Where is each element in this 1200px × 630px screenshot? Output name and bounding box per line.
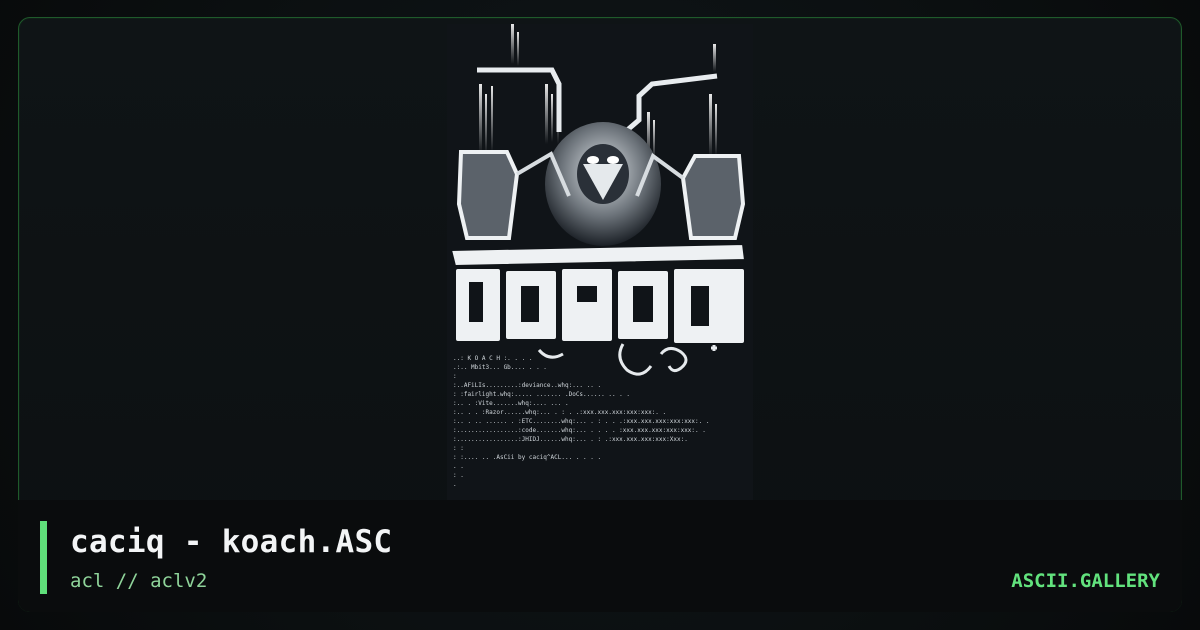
nfo-line: :	[453, 373, 457, 380]
nfo-line: :..AFiLIs.........:deviance..whq:... .. …	[453, 382, 601, 389]
nfo-line: . .	[453, 463, 464, 470]
og-card: KOACH ..: K O A C H :. . . . .:.. Mbit3..…	[0, 0, 1200, 630]
nfo-line: :.. . . :Razor......whq:... . : . .:xxx.…	[453, 409, 666, 416]
ascii-artwork: KOACH ..: K O A C H :. . . . .:.. Mbit3..…	[447, 24, 753, 500]
artwork-group: acl // aclv2	[70, 570, 208, 592]
nfo-line: :.................:JHIDJ......whq:... . …	[453, 436, 688, 443]
caption-bar: caciq - koach.ASC acl // aclv2 ASCII.GAL…	[18, 500, 1182, 612]
artwork-title: caciq - koach.ASC	[70, 524, 393, 560]
nfo-line: : .	[453, 472, 464, 479]
nfo-line: .	[453, 481, 457, 488]
nfo-line: :.. . :Vite.......whq:.... ... .	[453, 400, 569, 407]
logo-lettering: KOACH	[449, 242, 747, 345]
nfo-line: : :	[453, 445, 464, 452]
nfo-line: :.................:code.......whq:... . …	[453, 427, 706, 434]
nfo-line: .:.. Mbit3... Gb.... . . .	[453, 364, 547, 371]
nfo-line: ..: K O A C H :. . . .	[453, 355, 532, 362]
nfo-line: : :fairlight.whq:..... ....... .DoCs....…	[453, 391, 630, 398]
nfo-line: : :.... .. .AsCii by caciq^ACL... . . . …	[453, 454, 601, 461]
nfo-line: :.. . .. ...... . :ETC........whq:... . …	[453, 418, 709, 425]
ascii-artwork-image: KOACH ..: K O A C H :. . . . .:.. Mbit3..…	[447, 24, 753, 500]
accent-bar	[40, 521, 47, 594]
site-brand[interactable]: ASCII.GALLERY	[1011, 570, 1160, 592]
